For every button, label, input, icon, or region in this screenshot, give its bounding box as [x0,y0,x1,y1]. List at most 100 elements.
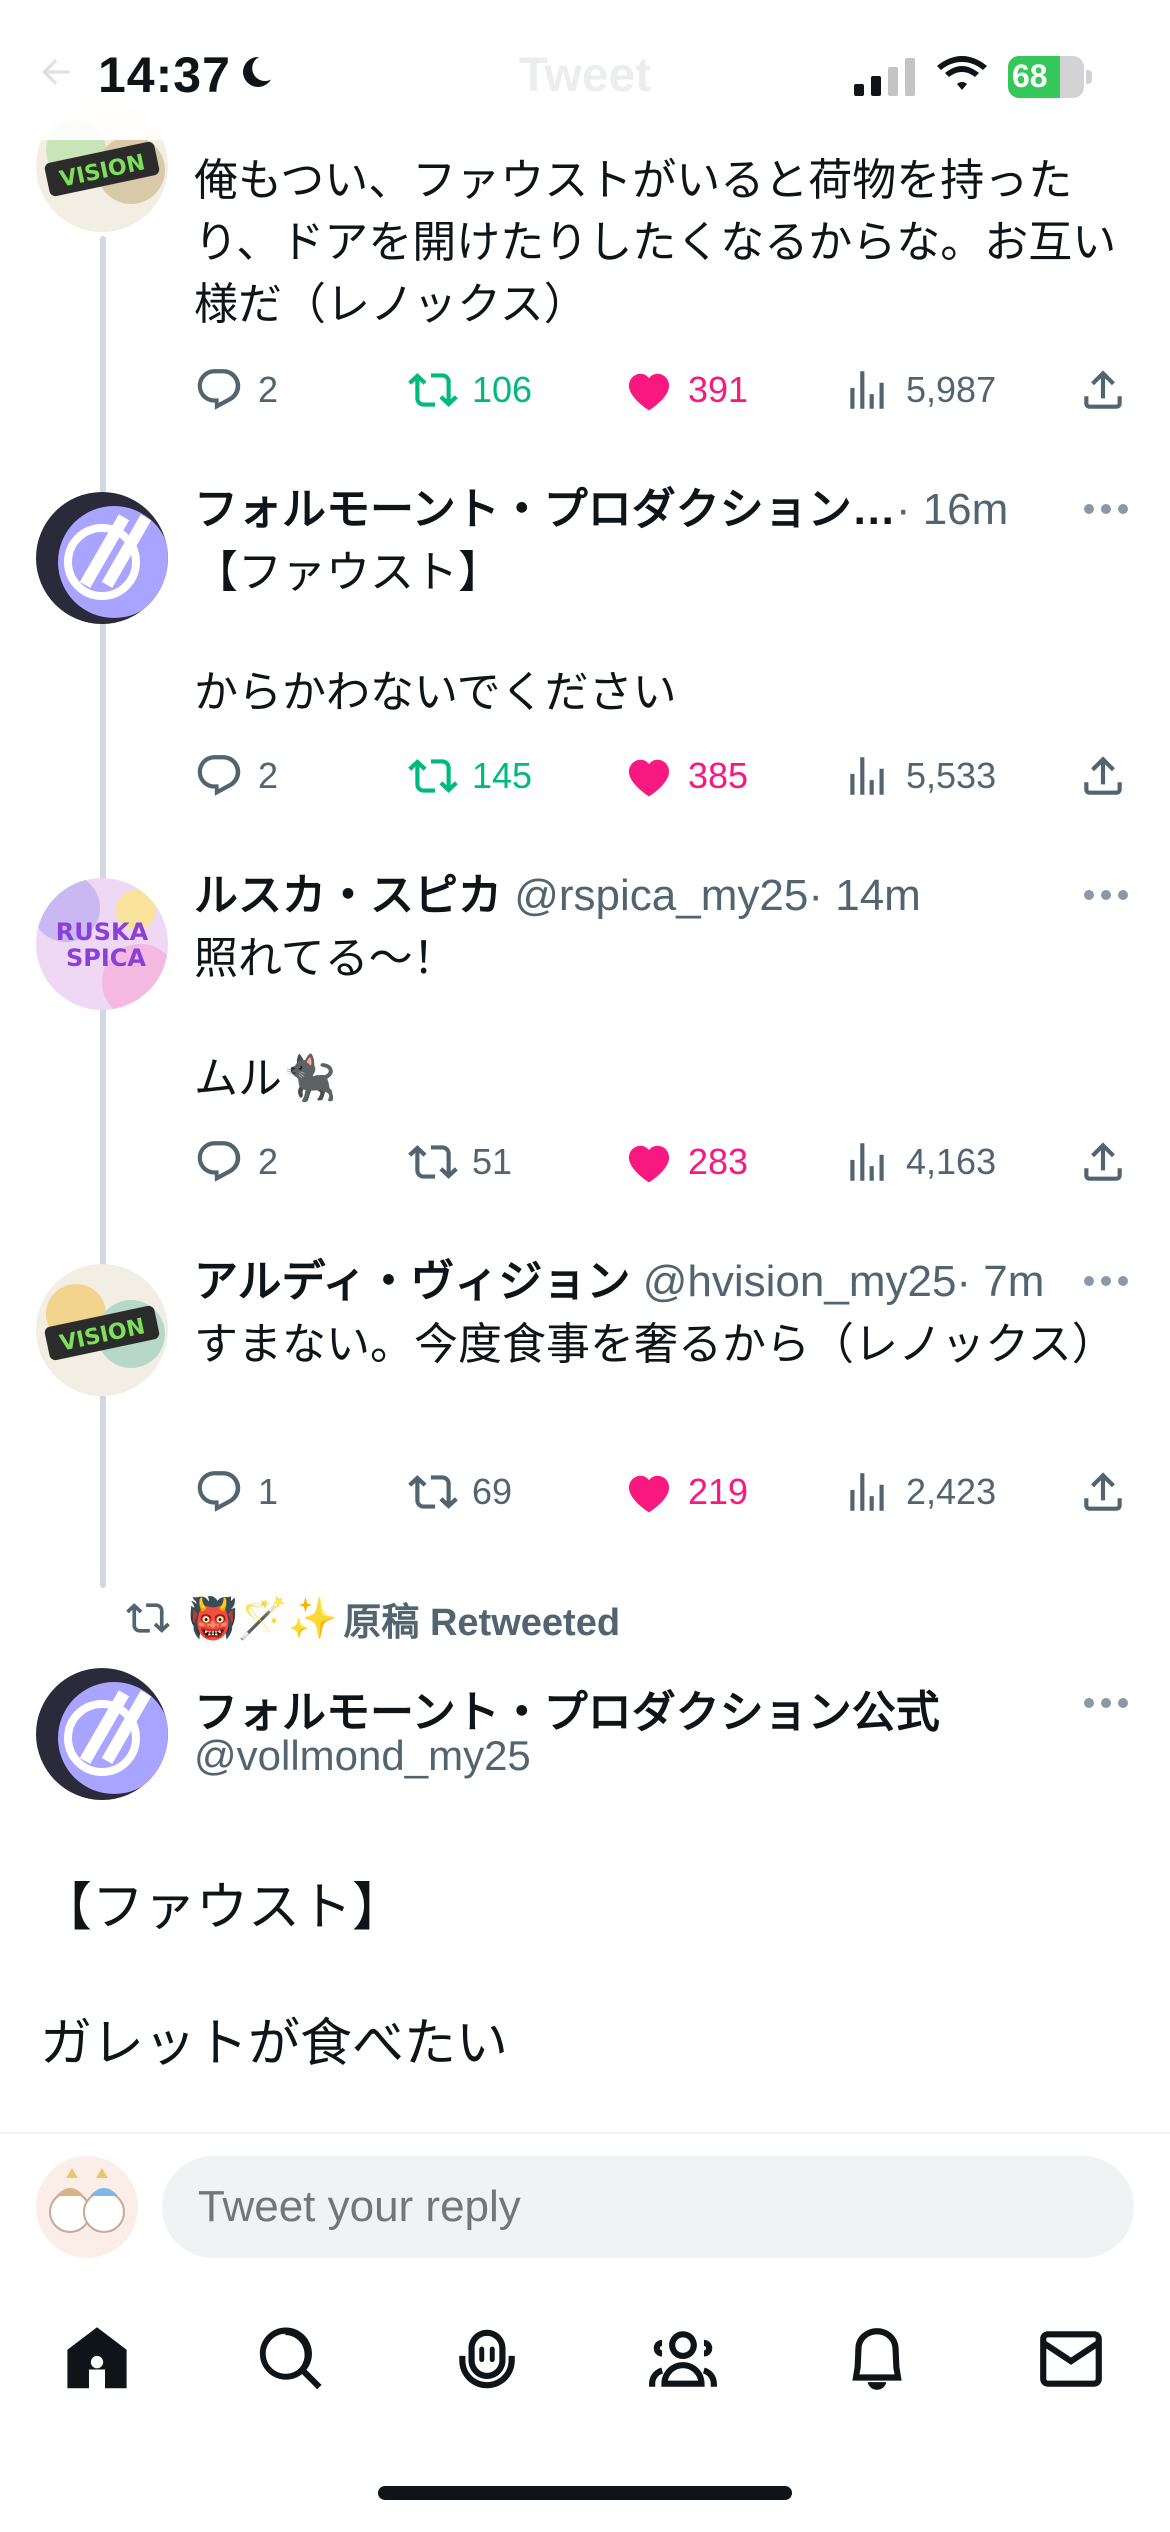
avatar-hvision[interactable]: VISION [36,1264,168,1396]
tweet-actions: 1 69 219 2,423 [194,1464,1134,1520]
my-avatar[interactable] [36,2156,138,2258]
views-count: 2,423 [906,1471,997,1512]
tweet-text: 俺もつい、ファウストがいると荷物を持ったり、ドアを開けたりしたくなるからな。お互… [194,156,1117,329]
moon-icon [243,56,271,87]
cellular-signal-icon [854,58,915,96]
retweeted-label: 原稿 Retweeted [343,1601,621,1644]
views-icon [850,757,884,795]
views-button[interactable]: 4,163 [842,1134,996,1190]
reply-icon [197,1141,241,1182]
share-button[interactable] [1078,748,1128,804]
more-options-icon[interactable] [1084,890,1128,902]
clock: 14:37 [98,47,231,103]
views-icon [850,371,884,409]
retweet-icon [408,373,458,407]
like-count: 391 [688,369,749,410]
more-options-icon[interactable] [1084,1698,1128,1710]
home-icon [67,2327,127,2389]
retweet-icon [408,1475,458,1509]
retweet-count: 51 [472,1141,513,1182]
retweeted-by-banner[interactable]: 👹🪄✨ 原稿 Retweeted [126,1590,620,1646]
main-author-handle[interactable]: @vollmond_my25 [194,1732,531,1780]
reply-composer [0,2132,1170,2282]
author-name[interactable]: アルディ・ヴィジョン [194,1257,630,1306]
share-button[interactable] [1078,362,1128,418]
tab-spaces[interactable] [450,2322,524,2396]
heart-filled-icon [628,1145,670,1183]
tweet-time[interactable]: · 14m [808,871,920,920]
tweet-text: すまない。今度食事を奢るから（レノックス） [194,1320,1116,1369]
tweet-text: ムル🐈‍⬛ [194,1054,337,1103]
views-count: 4,163 [906,1141,997,1182]
retweet-icon [126,1603,170,1633]
retweet-icon [408,1145,458,1179]
retweet-button[interactable]: 51 [408,1134,512,1190]
author-name[interactable]: ルスカ・スピカ [194,871,502,920]
heart-filled-icon [628,759,670,797]
like-count: 385 [688,755,749,796]
tweet-actions: 2 145 385 5,533 [194,748,1134,804]
tweet-actions: 2 51 283 4,163 [194,1134,1134,1190]
views-button[interactable]: 5,533 [842,748,996,804]
author-handle[interactable]: @rspica_my25 [514,871,808,920]
reply-icon [197,755,241,796]
share-button[interactable] [1078,1464,1128,1520]
reply-button[interactable]: 2 [194,748,278,804]
search-icon [259,2327,322,2390]
retweet-count: 145 [472,755,533,796]
share-icon [1084,756,1122,795]
like-count: 219 [688,1471,749,1512]
main-tweet-text: ガレットが食べたい [40,2015,509,2073]
tab-notifications[interactable] [840,2322,914,2396]
main-author-name[interactable]: フォルモーント・プロダクション公式 [194,1676,940,1740]
share-button[interactable] [1078,1134,1128,1190]
messages-icon [1040,2331,1102,2387]
author-name[interactable]: フォルモーント・プロダクション… [194,485,896,534]
retweet-count: 69 [472,1471,513,1512]
like-button[interactable]: 283 [624,1134,748,1190]
communities-icon [649,2331,717,2387]
retweet-count: 106 [472,369,533,410]
home-indicator [378,2486,792,2500]
avatar-vollmond[interactable] [36,492,168,624]
tab-messages[interactable] [1034,2322,1108,2396]
tab-search[interactable] [254,2322,328,2396]
more-options-icon[interactable] [1084,504,1128,516]
like-button[interactable]: 219 [624,1464,748,1520]
avatar-vollmond[interactable] [36,1668,168,1800]
retweet-icon [408,759,458,793]
reply-count: 2 [258,1141,279,1182]
share-icon [1084,1142,1122,1181]
tweet-header: ルスカ・スピカ @rspica_my25· 14m [194,868,1094,924]
views-button[interactable]: 5,987 [842,362,996,418]
reply-count: 1 [258,1471,279,1512]
tweet-time[interactable]: · 7m [956,1257,1044,1306]
tab-communities[interactable] [646,2322,720,2396]
notifications-icon [852,2328,902,2390]
tweet-header: アルディ・ヴィジョン @hvision_my25· 7m [194,1254,1094,1310]
reply-button[interactable]: 2 [194,362,278,418]
author-handle[interactable]: @hvision_my25 [643,1257,957,1306]
status-bar: Tweet 14:37 68 [0,0,1170,140]
like-button[interactable]: 385 [624,748,748,804]
tab-home[interactable] [60,2322,134,2396]
wifi-icon [937,56,987,90]
reply-button[interactable]: 1 [194,1464,278,1520]
share-icon [1084,1472,1122,1511]
battery-level: 68 [1012,58,1048,94]
retweet-button[interactable]: 106 [408,362,532,418]
avatar-rspica[interactable]: RUSKA SPICA [36,878,168,1010]
tweet-time[interactable]: · 16m [896,485,1008,534]
reply-icon [197,369,241,410]
views-count: 5,533 [906,755,997,796]
like-button[interactable]: 391 [624,362,748,418]
more-options-icon[interactable] [1084,1276,1128,1288]
retweet-button[interactable]: 145 [408,748,532,804]
spaces-icon [459,2329,515,2389]
tweet-header: フォルモーント・プロダクション…· 16m [194,482,1094,538]
retweet-button[interactable]: 69 [408,1464,512,1520]
reply-button[interactable]: 2 [194,1134,278,1190]
heart-filled-icon [628,1475,670,1513]
reply-input[interactable] [162,2156,1134,2258]
views-button[interactable]: 2,423 [842,1464,996,1520]
